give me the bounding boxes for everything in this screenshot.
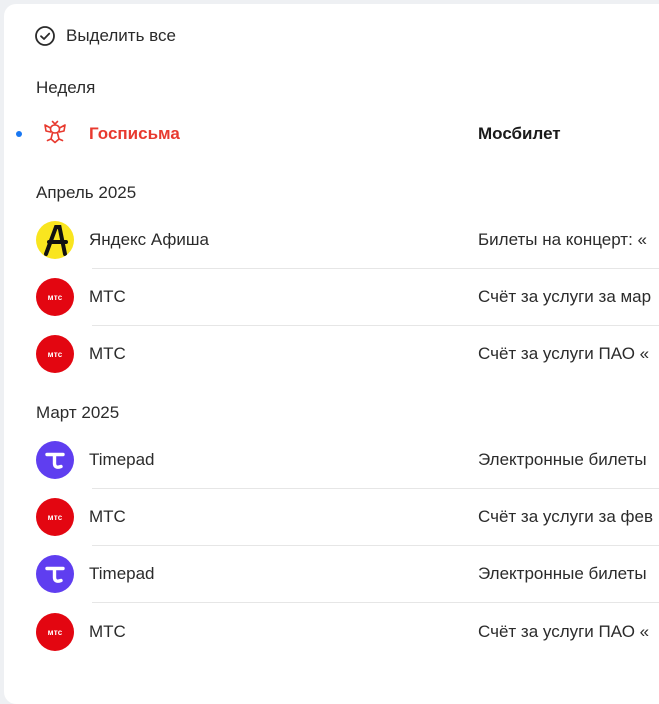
- timepad-logo-icon: [36, 441, 74, 479]
- row-divider: [92, 602, 659, 603]
- sender-name: МТС: [89, 507, 126, 526]
- mail-row[interactable]: Яндекс Афиша Билеты на концерт: «: [0, 212, 659, 269]
- sender-name: МТС: [89, 287, 126, 306]
- sender-name: Timepad: [89, 450, 155, 469]
- sender-name: Яндекс Афиша: [89, 230, 209, 249]
- subject-text: Счёт за услуги за мар: [478, 287, 652, 306]
- sender-name: МТС: [89, 344, 126, 363]
- sender-name: Timepad: [89, 564, 155, 583]
- mts-logo-icon: мтс: [36, 498, 74, 536]
- sender-name: Госписьма: [89, 124, 180, 143]
- mail-row[interactable]: мтс МТС Счёт за услуги ПАО «: [0, 604, 659, 661]
- subject-text: Счёт за услуги ПАО «: [478, 622, 650, 641]
- mts-logo-text: мтс: [47, 627, 63, 637]
- mail-row[interactable]: Госписьма Мосбилет: [0, 106, 659, 163]
- mts-logo-text: мтс: [47, 349, 63, 359]
- mts-logo-text: мтс: [47, 292, 63, 302]
- mts-logo-icon: мтс: [36, 613, 74, 651]
- mail-row[interactable]: Timepad Электронные билеты: [0, 546, 659, 603]
- select-all-label: Выделить все: [66, 26, 176, 45]
- mail-row[interactable]: мтс МТС Счёт за услуги за фев: [0, 489, 659, 546]
- group-title-march-2025: Март 2025: [36, 403, 120, 422]
- timepad-logo-icon: [36, 555, 74, 593]
- mts-logo-icon: мтс: [36, 335, 74, 373]
- subject-text: Электронные билеты: [478, 450, 647, 469]
- group-title-april-2025: Апрель 2025: [36, 183, 137, 202]
- mail-row[interactable]: мтс МТС Счёт за услуги ПАО «: [0, 326, 659, 383]
- mail-row[interactable]: Timepad Электронные билеты: [0, 432, 659, 489]
- gosuslugi-eagle-icon: [40, 118, 70, 148]
- check-circle-icon: [34, 25, 56, 47]
- subject-text: Счёт за услуги ПАО «: [478, 344, 650, 363]
- select-all-button[interactable]: Выделить все: [34, 25, 176, 47]
- mts-logo-icon: мтс: [36, 278, 74, 316]
- mts-logo-text: мтс: [47, 512, 63, 522]
- unread-indicator[interactable]: [16, 131, 22, 137]
- sender-name: МТС: [89, 622, 126, 641]
- yandex-afisha-icon: [36, 221, 74, 259]
- group-title-week: Неделя: [36, 78, 96, 97]
- subject-text: Счёт за услуги за фев: [478, 507, 653, 526]
- subject-text: Электронные билеты: [478, 564, 647, 583]
- mail-row[interactable]: мтс МТС Счёт за услуги за мар: [0, 269, 659, 326]
- subject-text: Мосбилет: [478, 124, 561, 143]
- subject-text: Билеты на концерт: «: [478, 230, 647, 249]
